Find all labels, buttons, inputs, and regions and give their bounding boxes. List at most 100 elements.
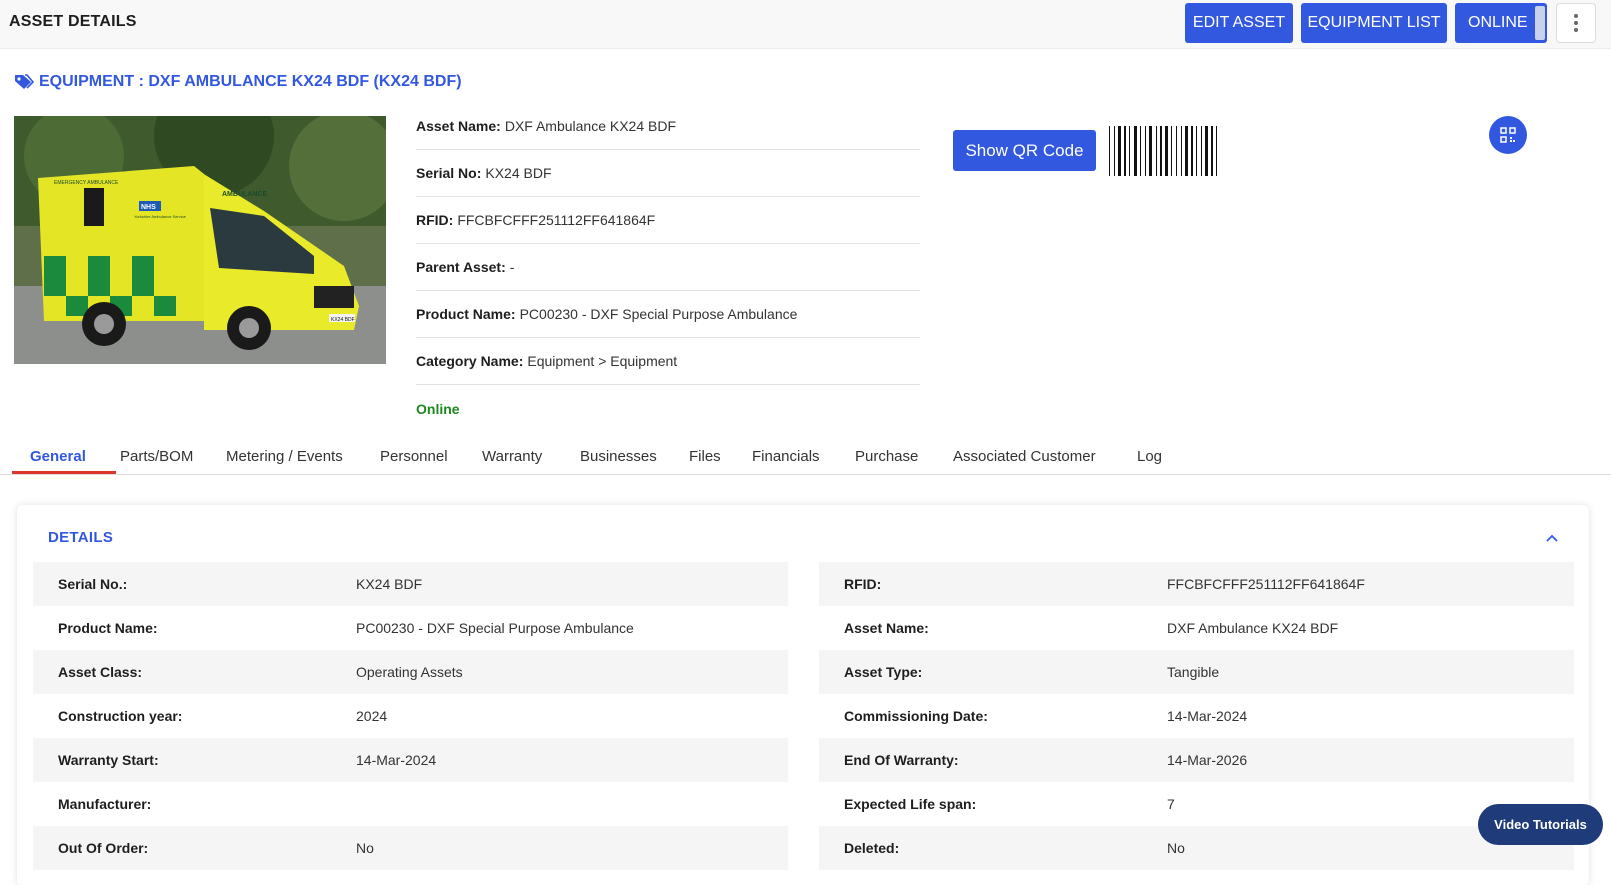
details-value: Operating Assets	[356, 664, 463, 680]
top-bar: ASSET DETAILS EDIT ASSET EQUIPMENT LIST …	[0, 0, 1611, 49]
details-label: Deleted:	[844, 840, 900, 856]
info-label: Asset Name:	[416, 118, 501, 134]
info-value: KX24 BDF	[485, 165, 552, 181]
asset-photo: NHS EMERGENCY AMBULANCE Yorkshire Ambula…	[14, 116, 386, 364]
details-label: Construction year:	[58, 708, 183, 724]
svg-text:Yorkshire Ambulance Service: Yorkshire Ambulance Service	[134, 214, 187, 219]
online-toggle-button[interactable]: ONLINE	[1455, 3, 1547, 43]
more-options-icon[interactable]	[1556, 3, 1596, 43]
chevron-up-icon[interactable]	[1545, 531, 1559, 545]
toggle-knob	[1535, 6, 1545, 40]
svg-text:AMBULANCE: AMBULANCE	[222, 191, 267, 198]
info-parent-asset: Parent Asset: -	[416, 244, 920, 291]
details-row: End Of Warranty: 14-Mar-2026	[819, 738, 1574, 782]
tab-personnel[interactable]: Personnel	[380, 437, 448, 475]
details-row: Commissioning Date: 14-Mar-2024	[819, 694, 1574, 738]
status-online-text: Online	[416, 400, 460, 417]
details-value: 2024	[356, 708, 388, 724]
info-label: Parent Asset:	[416, 259, 506, 275]
details-row: Product Name: PC00230 - DXF Special Purpo…	[33, 606, 788, 650]
svg-text:KX24 BDF: KX24 BDF	[331, 317, 355, 323]
info-label: Serial No:	[416, 165, 482, 181]
details-value: 14-Mar-2024	[356, 752, 437, 768]
details-value: KX24 BDF	[356, 576, 423, 592]
details-right-column: RFID: FFCBFCFFF251112FF641864F Asset Name…	[819, 562, 1574, 870]
details-value: 14-Mar-2026	[1167, 752, 1248, 768]
info-asset-name: Asset Name: DXF Ambulance KX24 BDF	[416, 103, 920, 150]
info-value: Equipment > Equipment	[527, 353, 678, 369]
tab-parts-bom[interactable]: Parts/BOM	[120, 437, 193, 475]
details-label: Manufacturer:	[58, 796, 152, 812]
tab-businesses[interactable]: Businesses	[580, 437, 657, 475]
svg-text:EMERGENCY AMBULANCE: EMERGENCY AMBULANCE	[54, 180, 119, 186]
barcode-image	[1109, 126, 1217, 176]
info-value: FFCBFCFFF251112FF641864F	[457, 212, 656, 228]
details-label: End Of Warranty:	[844, 752, 959, 768]
details-value: Tangible	[1167, 664, 1220, 680]
details-row: Deleted: No	[819, 826, 1574, 870]
details-label: Asset Type:	[844, 664, 923, 680]
info-value: DXF Ambulance KX24 BDF	[504, 118, 677, 134]
show-qr-code-button[interactable]: Show QR Code	[953, 130, 1096, 171]
details-row: Asset Name: DXF Ambulance KX24 BDF	[819, 606, 1574, 650]
tab-log[interactable]: Log	[1137, 437, 1162, 475]
details-label: RFID:	[844, 576, 882, 592]
info-serial-no: Serial No: KX24 BDF	[416, 150, 920, 197]
details-value: DXF Ambulance KX24 BDF	[1167, 620, 1339, 636]
video-tutorials-button[interactable]: Video Tutorials	[1478, 804, 1603, 845]
details-label: Out Of Order:	[58, 840, 149, 856]
info-category-name: Category Name: Equipment > Equipment	[416, 338, 920, 385]
tab-financials[interactable]: Financials	[752, 437, 820, 475]
tab-files[interactable]: Files	[689, 437, 721, 475]
tab-warranty[interactable]: Warranty	[482, 437, 542, 475]
details-value: No	[356, 840, 374, 856]
details-card: DETAILS Serial No.: KX24 BDF Product Name…	[17, 505, 1589, 885]
info-product-name: Product Name: PC00230 - DXF Special Purpo…	[416, 291, 920, 338]
info-label: Product Name:	[416, 306, 516, 322]
page-title: ASSET DETAILS	[9, 13, 137, 30]
details-row: Asset Class: Operating Assets	[33, 650, 788, 694]
tab-metering-events[interactable]: Metering / Events	[226, 437, 343, 475]
details-value: FFCBFCFFF251112FF641864F	[1167, 576, 1365, 592]
details-value: PC00230 - DXF Special Purpose Ambulance	[356, 620, 634, 636]
info-value: -	[509, 259, 515, 275]
details-label: Commissioning Date:	[844, 708, 988, 724]
active-tab-indicator	[12, 471, 116, 474]
photo-nhs-text: NHS	[141, 204, 156, 211]
asset-info-list: Asset Name: DXF Ambulance KX24 BDF Serial…	[416, 103, 920, 432]
info-label: Category Name:	[416, 353, 524, 369]
details-row: Serial No.: KX24 BDF	[33, 562, 788, 606]
tab-bar: General Parts/BOM Metering / Events Pers…	[0, 437, 1611, 475]
tab-general[interactable]: General	[30, 437, 86, 475]
details-value: 7	[1167, 796, 1175, 812]
details-label: Asset Class:	[58, 664, 143, 680]
details-left-column: Serial No.: KX24 BDF Product Name: PC00230…	[33, 562, 788, 870]
info-label: RFID:	[416, 212, 454, 228]
details-label: Expected Life span:	[844, 796, 977, 812]
details-row: Expected Life span: 7	[819, 782, 1574, 826]
details-value: No	[1167, 840, 1185, 856]
details-label: Asset Name:	[844, 620, 929, 636]
details-label: Product Name:	[58, 620, 158, 636]
tag-icon	[15, 74, 34, 89]
equipment-title: EQUIPMENT : DXF AMBULANCE KX24 BDF (KX24…	[39, 73, 462, 90]
qr-code-icon[interactable]	[1489, 116, 1527, 154]
details-row: Asset Type: Tangible	[819, 650, 1574, 694]
info-rfid: RFID: FFCBFCFFF251112FF641864F	[416, 197, 920, 244]
equipment-heading: EQUIPMENT : DXF AMBULANCE KX24 BDF (KX24…	[14, 73, 462, 91]
details-row: RFID: FFCBFCFFF251112FF641864F	[819, 562, 1574, 606]
details-row: Construction year: 2024	[33, 694, 788, 738]
details-title: DETAILS	[48, 529, 114, 546]
details-row: Out Of Order: No	[33, 826, 788, 870]
edit-asset-button[interactable]: EDIT ASSET	[1185, 3, 1293, 43]
tab-purchase[interactable]: Purchase	[855, 437, 918, 475]
details-label: Warranty Start:	[58, 752, 159, 768]
details-value: 14-Mar-2024	[1167, 708, 1248, 724]
equipment-list-button[interactable]: EQUIPMENT LIST	[1301, 3, 1447, 43]
info-value: PC00230 - DXF Special Purpose Ambulance	[519, 306, 798, 322]
details-row: Warranty Start: 14-Mar-2024	[33, 738, 788, 782]
details-row: Manufacturer:	[33, 782, 788, 826]
tab-associated-customer[interactable]: Associated Customer	[953, 437, 1096, 475]
online-toggle-label: ONLINE	[1468, 14, 1528, 31]
details-label: Serial No.:	[58, 576, 128, 592]
